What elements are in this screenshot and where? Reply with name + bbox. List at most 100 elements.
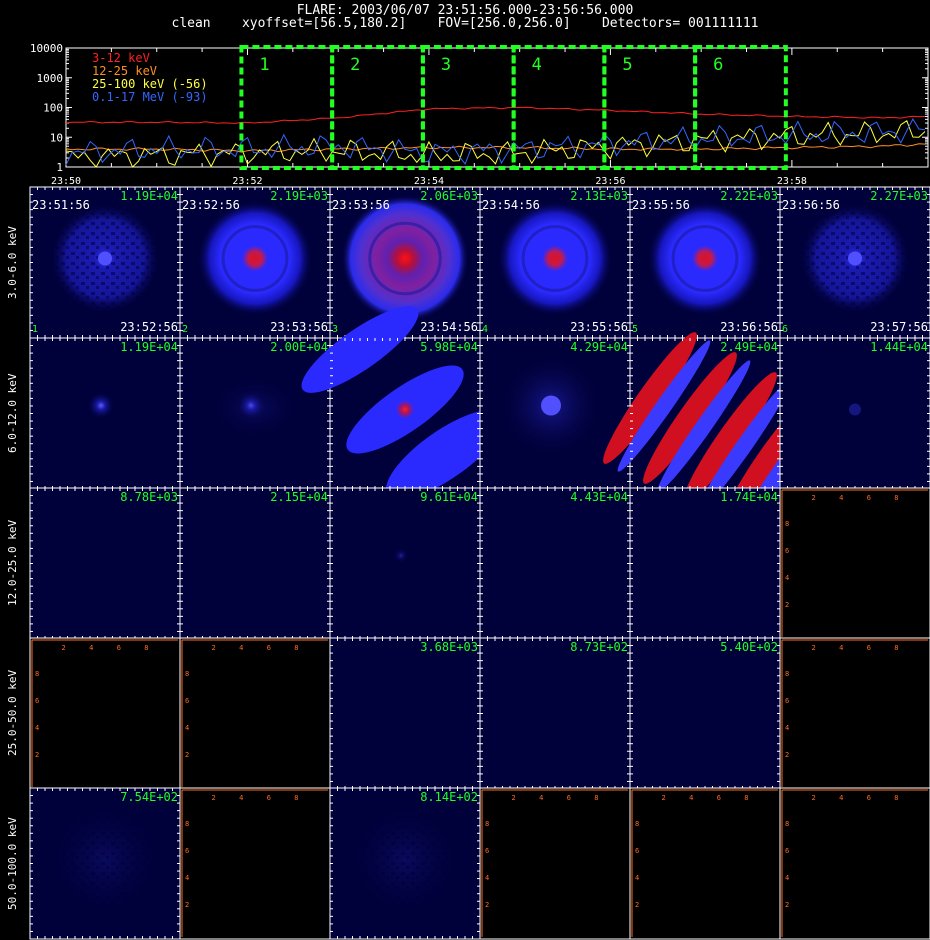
speckle-pattern <box>343 798 467 922</box>
start-time-label: 23:53:56 <box>332 198 390 212</box>
panel-image <box>849 404 861 416</box>
empty-axis-tick-label: 6 <box>117 644 121 652</box>
empty-axis-tick-label: 8 <box>785 520 789 528</box>
empty-axis-tick-label: 2 <box>811 644 815 652</box>
source-disk <box>497 201 613 317</box>
source-core <box>396 401 414 419</box>
empty-axis-tick-label: 4 <box>785 574 789 582</box>
end-time-label: 23:55:56 <box>570 320 628 334</box>
empty-axis-tick-label: 4 <box>539 794 543 802</box>
panel-image <box>647 201 763 317</box>
peak-value-label: 1.44E+04 <box>870 340 928 354</box>
source-disk <box>197 201 313 317</box>
empty-axis-tick-label: 4 <box>485 874 489 882</box>
empty-axis-tick-label: 8 <box>294 794 298 802</box>
empty-axis-tick-label: 8 <box>35 670 39 678</box>
image-panel <box>479 487 631 640</box>
empty-axis-tick-label: 2 <box>785 751 789 759</box>
empty-axis-tick-label: 2 <box>785 901 789 909</box>
empty-panel <box>629 787 781 940</box>
source-core <box>848 252 862 266</box>
end-time-label: 23:57:56 <box>870 320 928 334</box>
image-panel <box>479 637 631 790</box>
empty-panel <box>179 637 331 790</box>
image-grid: 1.19E+04 23:51:56 23:52:56 1 2.19E+03 23:52:5… <box>29 186 930 940</box>
peak-value-label: 5.98E+04 <box>420 340 478 354</box>
peak-value-label: 3.68E+03 <box>420 640 478 654</box>
peak-value-label: 2.13E+03 <box>570 189 628 203</box>
peak-value-label: 1.74E+04 <box>720 490 778 504</box>
empty-panel <box>179 787 331 940</box>
empty-axis-tick-label: 6 <box>567 794 571 802</box>
empty-axis-tick-label: 2 <box>35 751 39 759</box>
empty-axis-tick-label: 2 <box>661 794 665 802</box>
empty-axis-tick-label: 4 <box>89 644 93 652</box>
source-disk <box>341 195 469 323</box>
empty-axis-tick-label: 2 <box>185 901 189 909</box>
peak-value-label: 2.22E+03 <box>720 189 778 203</box>
empty-axis-tick-label: 6 <box>867 494 871 502</box>
peak-value-label: 2.49E+04 <box>720 340 778 354</box>
empty-axis-tick-label: 2 <box>785 601 789 609</box>
interval-index-label: 1 <box>32 324 38 335</box>
image-panel <box>29 487 181 640</box>
empty-axis-tick-label: 4 <box>839 794 843 802</box>
panel-image <box>393 548 409 564</box>
peak-value-label: 2.06E+03 <box>420 189 478 203</box>
peak-value-label: 9.61E+04 <box>420 490 478 504</box>
peak-value-label: 2.00E+04 <box>270 340 328 354</box>
start-time-label: 23:55:56 <box>632 198 690 212</box>
empty-axis-tick-label: 2 <box>61 644 65 652</box>
empty-axis-tick-label: 8 <box>785 670 789 678</box>
energy-row-label: 12.0-25.0 keV <box>6 520 19 607</box>
empty-axis-tick-label: 6 <box>867 644 871 652</box>
empty-panel <box>779 487 930 640</box>
peak-value-label: 4.29E+04 <box>570 340 628 354</box>
peak-value-label: 2.27E+03 <box>870 189 928 203</box>
empty-axis-tick-label: 8 <box>894 794 898 802</box>
empty-axis-tick-label: 2 <box>211 794 215 802</box>
empty-axis-tick-label: 8 <box>185 820 189 828</box>
peak-value-label: 5.40E+02 <box>720 640 778 654</box>
empty-axis-tick-label: 6 <box>785 547 789 555</box>
image-panel <box>629 487 781 640</box>
empty-axis-tick-label: 2 <box>635 901 639 909</box>
empty-axis-tick-label: 8 <box>785 820 789 828</box>
empty-axis-tick-label: 4 <box>239 794 243 802</box>
peak-value-label: 8.14E+02 <box>420 790 478 804</box>
panel-image <box>197 201 313 317</box>
empty-panel <box>779 637 930 790</box>
peak-value-label: 1.19E+04 <box>120 189 178 203</box>
source-core <box>541 396 561 416</box>
empty-axis-tick-label: 8 <box>185 670 189 678</box>
peak-value-label: 8.73E+02 <box>570 640 628 654</box>
start-time-label: 23:51:56 <box>32 198 90 212</box>
empty-axis-tick-label: 8 <box>894 644 898 652</box>
empty-axis-tick-label: 6 <box>867 794 871 802</box>
source-core <box>393 548 409 564</box>
energy-row-label: 3.0-6.0 keV <box>6 225 19 299</box>
panel-image <box>496 351 606 461</box>
empty-axis-tick-label: 6 <box>185 847 189 855</box>
empty-axis-tick-label: 6 <box>35 697 39 705</box>
empty-axis-tick-label: 2 <box>511 794 515 802</box>
image-panel <box>329 637 481 790</box>
empty-axis-tick-label: 2 <box>811 794 815 802</box>
empty-axis-tick-label: 6 <box>717 794 721 802</box>
source-halo <box>205 373 305 443</box>
peak-value-label: 2.15E+04 <box>270 490 328 504</box>
empty-axis-tick-label: 6 <box>485 847 489 855</box>
peak-value-label: 4.43E+04 <box>570 490 628 504</box>
end-time-label: 23:56:56 <box>720 320 778 334</box>
empty-panel <box>479 787 631 940</box>
peak-value-label: 2.19E+03 <box>270 189 328 203</box>
empty-axis-tick-label: 4 <box>239 644 243 652</box>
empty-axis-tick-label: 6 <box>267 644 271 652</box>
panel-image <box>43 798 167 922</box>
empty-axis-tick-label: 4 <box>35 724 39 732</box>
panel-image <box>497 201 613 317</box>
source-disk <box>647 201 763 317</box>
empty-axis-tick-label: 6 <box>267 794 271 802</box>
empty-axis-tick-label: 4 <box>185 874 189 882</box>
interval-index-label: 2 <box>182 324 188 335</box>
